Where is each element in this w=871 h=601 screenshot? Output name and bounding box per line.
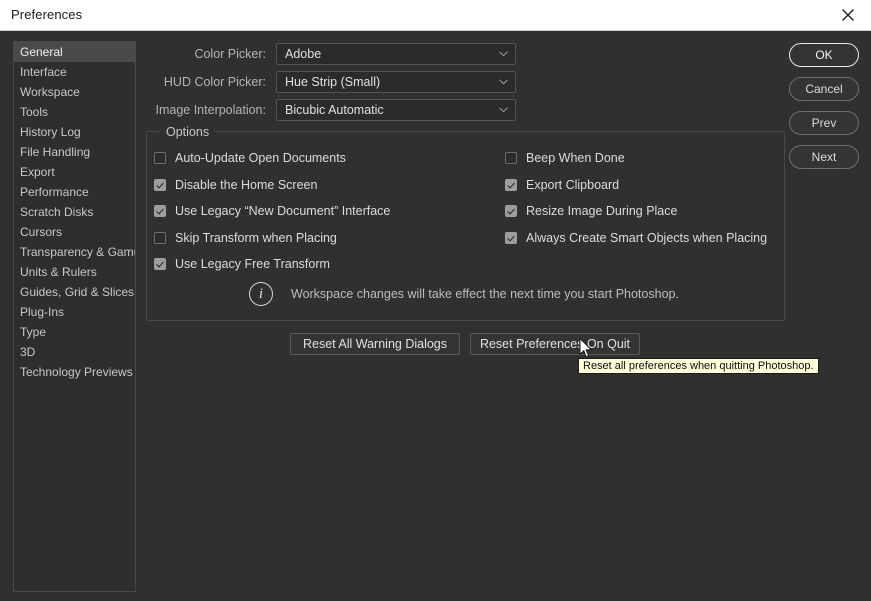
checkbox-empty-icon[interactable] — [154, 232, 166, 244]
dropdown-color-picker[interactable]: Adobe — [276, 43, 516, 65]
checkmark-icon[interactable] — [154, 205, 166, 217]
preferences-category-list[interactable]: GeneralInterfaceWorkspaceToolsHistory Lo… — [13, 41, 136, 592]
sidebar-item-transparency-gamut[interactable]: Transparency & Gamut — [14, 242, 135, 262]
sidebar-item-technology-previews[interactable]: Technology Previews — [14, 362, 135, 382]
checkbox-row-use-legacy-new-document-interface[interactable]: Use Legacy “New Document” Interface — [154, 204, 390, 218]
checkbox-label: Always Create Smart Objects when Placing — [526, 231, 767, 245]
sidebar-item-workspace[interactable]: Workspace — [14, 82, 135, 102]
checkmark-icon[interactable] — [505, 205, 517, 217]
dialog-action-buttons: OK Cancel Prev Next — [789, 43, 859, 179]
checkmark-icon[interactable] — [505, 232, 517, 244]
label-hud-color-picker: HUD Color Picker: — [146, 75, 276, 89]
sidebar-item-scratch-disks[interactable]: Scratch Disks — [14, 202, 135, 222]
checkbox-row-disable-the-home-screen[interactable]: Disable the Home Screen — [154, 178, 317, 192]
dropdown-value-color-picker: Adobe — [277, 47, 321, 61]
dropdown-image-interpolation[interactable]: Bicubic Automatic — [276, 99, 516, 121]
reset-preferences-on-quit-button[interactable]: Reset Preferences On Quit — [470, 333, 640, 355]
dropdown-value-image-interpolation: Bicubic Automatic — [277, 103, 384, 117]
field-row-hud-color-picker: HUD Color Picker: Hue Strip (Small) — [146, 71, 516, 93]
sidebar-item-export[interactable]: Export — [14, 162, 135, 182]
workspace-note-text: Workspace changes will take effect the n… — [291, 287, 679, 301]
sidebar-item-general[interactable]: General — [14, 42, 135, 62]
sidebar-item-tools[interactable]: Tools — [14, 102, 135, 122]
cancel-button[interactable]: Cancel — [789, 77, 859, 101]
sidebar-item-interface[interactable]: Interface — [14, 62, 135, 82]
info-icon: i — [249, 282, 273, 306]
workspace-note: i Workspace changes will take effect the… — [249, 282, 679, 306]
checkbox-row-auto-update-open-documents[interactable]: Auto-Update Open Documents — [154, 151, 346, 165]
checkbox-row-resize-image-during-place[interactable]: Resize Image During Place — [505, 204, 677, 218]
field-row-color-picker: Color Picker: Adobe — [146, 43, 516, 65]
dropdown-value-hud-color-picker: Hue Strip (Small) — [277, 75, 380, 89]
tooltip: Reset all preferences when quitting Phot… — [578, 358, 819, 374]
checkmark-icon[interactable] — [505, 179, 517, 191]
checkbox-empty-icon[interactable] — [505, 152, 517, 164]
sidebar-item-file-handling[interactable]: File Handling — [14, 142, 135, 162]
checkbox-label: Resize Image During Place — [526, 204, 677, 218]
checkbox-row-always-create-smart-objects-when-placing[interactable]: Always Create Smart Objects when Placing — [505, 231, 767, 245]
checkbox-label: Use Legacy Free Transform — [175, 257, 330, 271]
checkbox-label: Disable the Home Screen — [175, 178, 317, 192]
dropdown-hud-color-picker[interactable]: Hue Strip (Small) — [276, 71, 516, 93]
checkmark-icon[interactable] — [154, 258, 166, 270]
preferences-dialog: Preferences GeneralInterfaceWorkspaceToo… — [0, 0, 871, 601]
checkbox-label: Skip Transform when Placing — [175, 231, 337, 245]
field-row-image-interpolation: Image Interpolation: Bicubic Automatic — [146, 99, 516, 121]
prev-button[interactable]: Prev — [789, 111, 859, 135]
checkbox-label: Beep When Done — [526, 151, 625, 165]
label-color-picker: Color Picker: — [146, 47, 276, 61]
chevron-down-icon — [499, 79, 508, 85]
sidebar-item-history-log[interactable]: History Log — [14, 122, 135, 142]
sidebar-item-3d[interactable]: 3D — [14, 342, 135, 362]
sidebar-item-units-rulers[interactable]: Units & Rulers — [14, 262, 135, 282]
reset-all-warning-dialogs-button[interactable]: Reset All Warning Dialogs — [290, 333, 460, 355]
checkbox-label: Export Clipboard — [526, 178, 619, 192]
next-button[interactable]: Next — [789, 145, 859, 169]
checkbox-label: Auto-Update Open Documents — [175, 151, 346, 165]
checkbox-row-beep-when-done[interactable]: Beep When Done — [505, 151, 625, 165]
ok-button[interactable]: OK — [789, 43, 859, 67]
chevron-down-icon — [499, 51, 508, 57]
sidebar-item-cursors[interactable]: Cursors — [14, 222, 135, 242]
checkbox-label: Use Legacy “New Document” Interface — [175, 204, 390, 218]
window-title: Preferences — [11, 7, 82, 22]
sidebar-item-guides-grid-slices[interactable]: Guides, Grid & Slices — [14, 282, 135, 302]
checkmark-icon[interactable] — [154, 179, 166, 191]
sidebar-item-performance[interactable]: Performance — [14, 182, 135, 202]
options-group-title: Options — [160, 125, 215, 139]
chevron-down-icon — [499, 107, 508, 113]
title-bar: Preferences — [0, 0, 871, 31]
checkbox-row-use-legacy-free-transform[interactable]: Use Legacy Free Transform — [154, 257, 330, 271]
sidebar-item-type[interactable]: Type — [14, 322, 135, 342]
checkbox-row-export-clipboard[interactable]: Export Clipboard — [505, 178, 619, 192]
label-image-interpolation: Image Interpolation: — [146, 103, 276, 117]
sidebar-item-plug-ins[interactable]: Plug-Ins — [14, 302, 135, 322]
close-icon[interactable] — [825, 0, 871, 30]
checkbox-empty-icon[interactable] — [154, 152, 166, 164]
checkbox-row-skip-transform-when-placing[interactable]: Skip Transform when Placing — [154, 231, 337, 245]
